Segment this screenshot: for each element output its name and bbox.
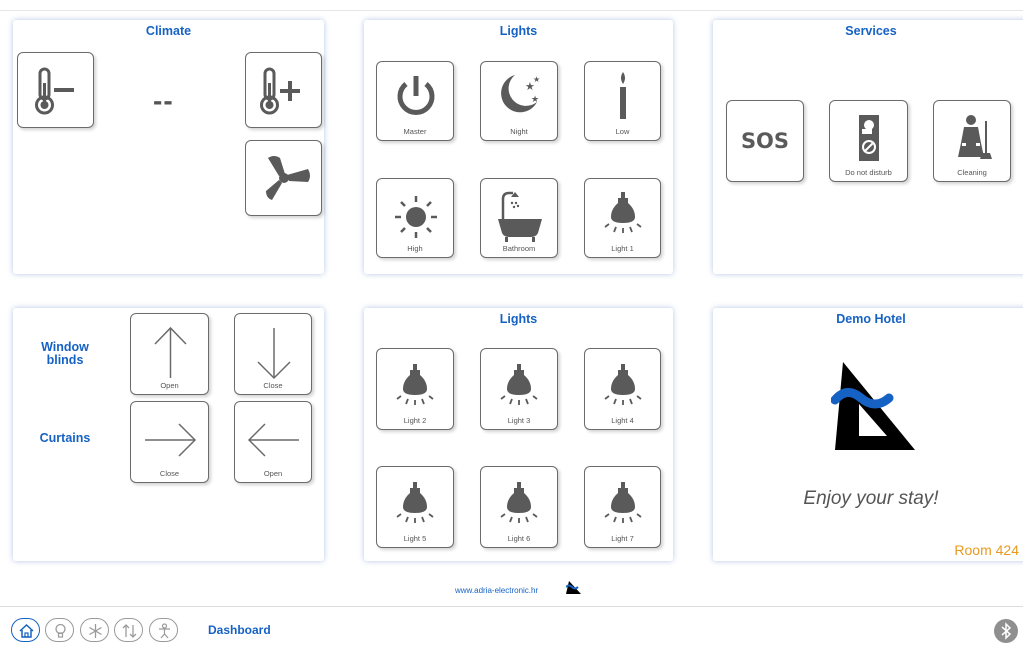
lights-bottom-title: Lights	[499, 312, 538, 326]
do-not-disturb-button[interactable]: Do not disturb	[829, 100, 908, 182]
light-6-button[interactable]: Light 6	[480, 466, 558, 548]
bluetooth-button[interactable]	[994, 619, 1018, 643]
hotel-panel: Demo Hotel Enjoy your stay! Room 424	[713, 308, 1023, 561]
fan-icon	[266, 156, 310, 200]
sos-button[interactable]: SOS	[726, 100, 804, 182]
blinds-open-button[interactable]: Open	[130, 313, 209, 395]
curtains-open-button[interactable]: Open	[234, 401, 312, 483]
bluetooth-icon	[1001, 622, 1012, 640]
light-master-button[interactable]: Master	[376, 61, 454, 141]
temp-down-button[interactable]	[17, 52, 94, 128]
fan-button[interactable]	[245, 140, 322, 216]
curtains-close-button[interactable]: Close	[130, 401, 209, 483]
nav-climate-button[interactable]	[80, 618, 109, 642]
lights-top-title: Lights	[499, 24, 538, 38]
nav-lights-button[interactable]	[45, 618, 74, 642]
light-low-button[interactable]: Low	[584, 61, 661, 141]
svg-text:★: ★	[533, 75, 540, 84]
light-bathroom-button[interactable]: Bathroom	[480, 178, 558, 258]
light-6-label: Light 6	[507, 534, 531, 543]
nav-home-button[interactable]	[11, 618, 40, 642]
light-7-label: Light 7	[611, 534, 634, 543]
person-icon	[159, 623, 170, 639]
do-not-disturb-label: Do not disturb	[845, 168, 892, 177]
thermometer-plus-icon	[260, 67, 300, 115]
current-page-label: Dashboard	[208, 623, 271, 637]
curtains-label: Curtains	[39, 431, 91, 445]
company-logo	[831, 362, 915, 450]
light-night-button[interactable]: ★ ★ ★ Night	[480, 61, 558, 141]
curtains-open-label: Open	[263, 469, 283, 478]
snowflake-icon	[89, 624, 102, 638]
nav-services-button[interactable]	[149, 618, 178, 642]
light-1-label: Light 1	[611, 244, 634, 253]
updown-arrows-icon	[122, 624, 137, 638]
light-master-label: Master	[403, 127, 427, 136]
welcome-message: Enjoy your stay!	[803, 488, 939, 509]
website-link[interactable]: www.adria-electronic.hr	[455, 586, 538, 595]
light-low-label: Low	[615, 127, 630, 136]
light-5-button[interactable]: Light 5	[376, 466, 454, 548]
light-high-label: High	[407, 244, 423, 253]
blinds-open-label: Open	[160, 381, 179, 390]
light-3-button[interactable]: Light 3	[480, 348, 558, 430]
light-4-label: Light 4	[611, 416, 634, 425]
temperature-value: --	[153, 85, 174, 116]
footer-logo	[566, 581, 581, 594]
services-title: Services	[845, 24, 897, 38]
light-bathroom-label: Bathroom	[502, 244, 536, 253]
temp-up-button[interactable]	[245, 52, 322, 128]
cleaning-button[interactable]: Cleaning	[933, 100, 1011, 182]
sos-icon: SOS	[740, 129, 790, 153]
bulb-icon	[55, 623, 66, 638]
blinds-close-button[interactable]: Close	[234, 313, 312, 395]
light-4-button[interactable]: Light 4	[584, 348, 661, 430]
light-7-button[interactable]: Light 7	[584, 466, 661, 548]
room-number: Room 424	[954, 542, 1019, 558]
blinds-close-label: Close	[263, 381, 283, 390]
light-night-label: Night	[510, 127, 528, 136]
window-blinds-label: Window blinds	[41, 340, 89, 367]
light-1-button[interactable]: Light 1	[584, 178, 661, 258]
hotel-title: Demo Hotel	[836, 312, 906, 326]
light-2-label: Light 2	[403, 416, 427, 425]
home-icon	[19, 623, 34, 638]
thermometer-minus-icon	[35, 67, 74, 115]
curtains-close-label: Close	[159, 469, 180, 478]
cleaning-label: Cleaning	[957, 168, 987, 177]
bottom-divider	[0, 606, 1023, 607]
light-3-label: Light 3	[507, 416, 531, 425]
top-divider	[0, 10, 1023, 11]
climate-title: Climate	[145, 24, 192, 38]
light-high-button[interactable]: High	[376, 178, 454, 258]
light-5-label: Light 5	[403, 534, 427, 543]
svg-text:★: ★	[531, 95, 539, 105]
nav-blinds-button[interactable]	[114, 618, 143, 642]
light-2-button[interactable]: Light 2	[376, 348, 454, 430]
